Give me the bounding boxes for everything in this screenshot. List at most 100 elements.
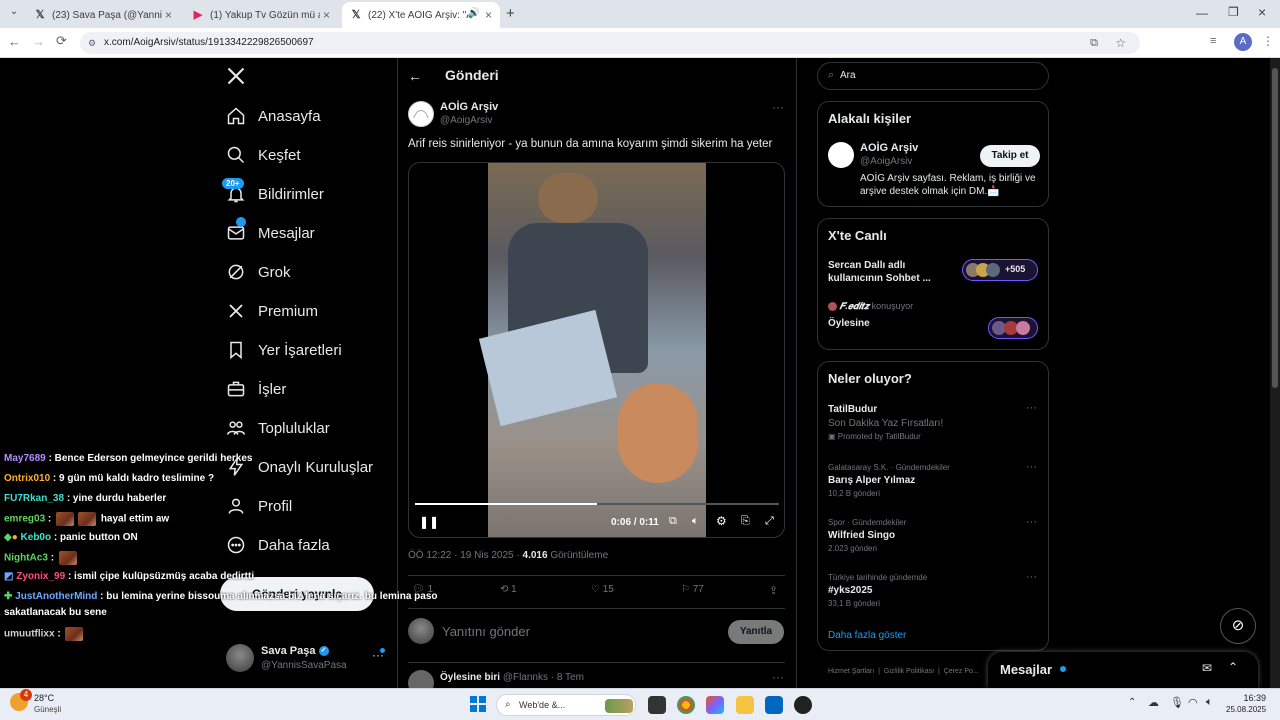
- nav-grok[interactable]: Grok: [226, 259, 291, 285]
- nav-messages[interactable]: Mesajlar: [226, 217, 315, 246]
- author-name[interactable]: AOİG Arşiv: [440, 101, 498, 113]
- next-reply-author[interactable]: Öylesine biri: [440, 672, 500, 683]
- x-home-logo[interactable]: [226, 66, 248, 88]
- tray-chevron-icon[interactable]: ⌃: [1128, 697, 1136, 708]
- account-name[interactable]: Sava Paşa ✓: [261, 645, 329, 657]
- new-tab-button[interactable]: +: [506, 5, 515, 22]
- fullscreen-icon[interactable]: ⤢: [765, 515, 774, 528]
- wifi-icon[interactable]: ◠: [1188, 696, 1198, 709]
- windows-start-icon[interactable]: [470, 696, 486, 712]
- trend-more-icon[interactable]: ···: [1026, 516, 1037, 528]
- tab-sava-pasa[interactable]: 𝕏 (23) Sava Paşa (@YannisSavaPa... ×: [26, 2, 180, 28]
- live-item-title[interactable]: Sercan Dallı adlı kullanıcının Sohbet ..…: [828, 259, 943, 285]
- trend-more-icon[interactable]: ···: [1026, 571, 1037, 583]
- tab-search-button[interactable]: ⌄: [6, 6, 22, 22]
- nav-communities[interactable]: Topluluklar: [226, 415, 330, 441]
- close-icon[interactable]: ×: [485, 8, 492, 22]
- next-reply-avatar[interactable]: [408, 670, 434, 688]
- site-info-icon[interactable]: ⚙: [88, 32, 96, 54]
- install-icon[interactable]: ⧉: [1090, 32, 1098, 54]
- expand-chevron-icon[interactable]: ⌃: [1228, 660, 1238, 674]
- volume-icon[interactable]: 🔈︎: [692, 515, 699, 528]
- onedrive-icon[interactable]: ☁: [1148, 696, 1159, 709]
- relevant-avatar[interactable]: [828, 142, 854, 168]
- nav-home[interactable]: Anasayfa: [226, 103, 321, 129]
- weather-sun-icon[interactable]: 4: [10, 689, 32, 711]
- author-handle[interactable]: @AoigArsiv: [440, 115, 492, 126]
- relevant-name[interactable]: AOİG Arşiv: [860, 142, 918, 154]
- bookmark-star-icon[interactable]: ☆: [1115, 32, 1126, 54]
- close-window-button[interactable]: ×: [1258, 4, 1266, 20]
- chrome-icon[interactable]: [677, 696, 695, 714]
- tab-youtube[interactable]: ▶ (1) Yakup Tv Gözün mü açıldı - ... ×: [184, 2, 338, 28]
- trend-item[interactable]: Galatasaray S.K. · Gündemdekiler Barış A…: [828, 463, 950, 498]
- reload-button[interactable]: ⟳: [56, 33, 67, 49]
- url-field[interactable]: ⚙ x.com/AoigArsiv/status/191334222982650…: [80, 32, 1140, 54]
- trend-more-icon[interactable]: ···: [1026, 402, 1037, 414]
- close-icon[interactable]: ×: [323, 8, 330, 22]
- pip-icon[interactable]: ⎘: [741, 515, 750, 528]
- video-player[interactable]: ❚❚ 0:06 / 0:11 ⧉ 🔈︎ ⚙ ⎘ ⤢: [408, 162, 785, 538]
- clock-time[interactable]: 16:39: [1226, 693, 1266, 703]
- task-view-icon[interactable]: [648, 696, 666, 714]
- next-reply-handle[interactable]: @Flannks: [503, 672, 548, 683]
- mic-icon[interactable]: 🎙︎: [1170, 696, 1184, 709]
- scrollbar-thumb[interactable]: [1272, 68, 1278, 388]
- follow-button[interactable]: Takip et: [980, 145, 1040, 167]
- reply-button[interactable]: Yanıtla: [728, 620, 784, 644]
- account-avatar[interactable]: [226, 644, 254, 672]
- nav-jobs[interactable]: İşler: [226, 376, 286, 402]
- back-arrow-icon[interactable]: ←: [408, 68, 422, 84]
- nav-profile[interactable]: Profil: [226, 493, 292, 519]
- settings-gear-icon[interactable]: ⚙: [716, 514, 727, 528]
- live-participants[interactable]: +505: [962, 259, 1038, 281]
- new-message-icon[interactable]: ✉: [1202, 661, 1212, 675]
- search-box[interactable]: ⌕ Ara: [817, 62, 1049, 90]
- author-avatar[interactable]: [408, 101, 434, 127]
- messages-drawer[interactable]: Mesajlar ✉ ⌃: [988, 652, 1258, 688]
- live-item-title[interactable]: Öylesine: [828, 318, 870, 329]
- relevant-handle[interactable]: @AoigArsiv: [860, 156, 912, 167]
- speaker-icon[interactable]: 🔊: [468, 8, 480, 19]
- trend-item[interactable]: Spor · Gündemdekiler Wilfried Singo 2.02…: [828, 518, 906, 553]
- repost-action[interactable]: ⟲ 1: [500, 584, 517, 595]
- nav-premium[interactable]: Premium: [226, 298, 318, 324]
- tab-aoig-arsiv[interactable]: 𝕏 (22) X'te AOİG Arşiv: "Arif re... 🔊 ×: [342, 2, 500, 28]
- bookmark-action[interactable]: ⚐ 77: [681, 584, 704, 595]
- pause-icon[interactable]: ❚❚: [419, 515, 439, 529]
- back-button[interactable]: ←: [8, 34, 21, 49]
- footer-link[interactable]: Hizmet Şartları: [828, 668, 874, 675]
- minimize-button[interactable]: —: [1196, 6, 1208, 20]
- clock-date[interactable]: 25.08.2025: [1226, 705, 1266, 714]
- store-icon[interactable]: [765, 696, 783, 714]
- maximize-button[interactable]: ❐: [1228, 5, 1239, 19]
- footer-link[interactable]: Çerez Po...: [944, 668, 979, 675]
- nav-more[interactable]: Daha fazla: [226, 532, 330, 558]
- share-icon[interactable]: ⇪: [769, 584, 778, 597]
- nav-notifications[interactable]: 20+ Bildirimler: [222, 178, 324, 207]
- trend-item[interactable]: TatilBudur Son Dakika Yaz Fırsatları! ▣ …: [828, 404, 943, 441]
- reply-input[interactable]: Yanıtını gönder: [442, 624, 530, 639]
- copilot-icon[interactable]: [706, 696, 724, 714]
- like-action[interactable]: ♡ 15: [591, 584, 614, 595]
- app-icon[interactable]: [794, 696, 812, 714]
- nav-bookmarks[interactable]: Yer İşaretleri: [226, 337, 342, 363]
- menu-kebab-icon[interactable]: ⋮: [1262, 34, 1274, 48]
- reading-list-icon[interactable]: ≡: [1210, 35, 1216, 47]
- live-participants[interactable]: [988, 317, 1038, 339]
- scrollbar[interactable]: [1270, 58, 1280, 688]
- file-explorer-icon[interactable]: [736, 696, 754, 714]
- volume-icon[interactable]: 🔈︎: [1206, 696, 1213, 709]
- profile-avatar[interactable]: A: [1234, 33, 1252, 51]
- close-icon[interactable]: ×: [165, 8, 172, 22]
- trend-item[interactable]: Türkiye tarihinde gündemde #yks2025 33,1…: [828, 573, 927, 608]
- video-progress-track[interactable]: [415, 503, 779, 505]
- grok-float-button[interactable]: ⊘: [1220, 608, 1256, 644]
- reply-more-icon[interactable]: ···: [772, 670, 784, 684]
- trend-more-icon[interactable]: ···: [1026, 461, 1037, 473]
- footer-link[interactable]: Gizlilik Politikası: [884, 668, 934, 675]
- nav-explore[interactable]: Keşfet: [226, 142, 301, 168]
- show-more-link[interactable]: Daha fazla göster: [828, 630, 906, 641]
- captions-icon[interactable]: ⧉: [669, 515, 677, 528]
- forward-button[interactable]: →: [32, 34, 45, 49]
